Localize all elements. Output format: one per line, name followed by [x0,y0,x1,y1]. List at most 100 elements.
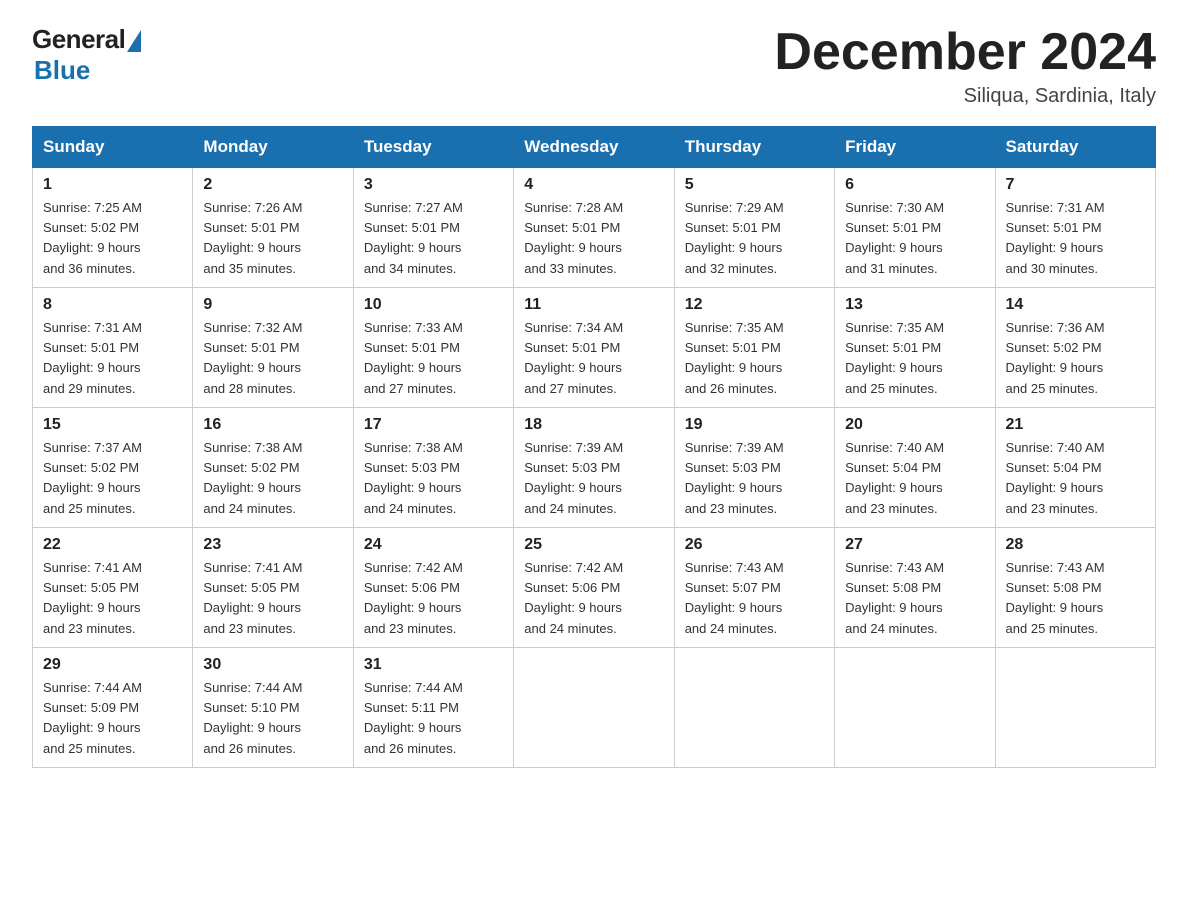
calendar-cell: 27 Sunrise: 7:43 AMSunset: 5:08 PMDayligh… [835,528,995,648]
calendar-cell: 28 Sunrise: 7:43 AMSunset: 5:08 PMDayligh… [995,528,1155,648]
header-thursday: Thursday [674,127,834,168]
day-info: Sunrise: 7:41 AMSunset: 5:05 PMDaylight:… [43,558,182,639]
calendar-week-1: 1 Sunrise: 7:25 AMSunset: 5:02 PMDaylight… [33,168,1156,288]
day-number: 5 [685,176,824,194]
day-number: 8 [43,296,182,314]
header-friday: Friday [835,127,995,168]
calendar-cell [674,648,834,768]
calendar-cell: 19 Sunrise: 7:39 AMSunset: 5:03 PMDayligh… [674,408,834,528]
calendar-cell: 10 Sunrise: 7:33 AMSunset: 5:01 PMDayligh… [353,288,513,408]
day-info: Sunrise: 7:44 AMSunset: 5:11 PMDaylight:… [364,678,503,759]
calendar-cell: 9 Sunrise: 7:32 AMSunset: 5:01 PMDaylight… [193,288,353,408]
calendar-cell [995,648,1155,768]
header-sunday: Sunday [33,127,193,168]
day-number: 3 [364,176,503,194]
calendar-cell: 3Sunrise: 7:27 AMSunset: 5:01 PMDaylight… [353,168,513,288]
day-info: Sunrise: 7:39 AMSunset: 5:03 PMDaylight:… [524,438,663,519]
day-info: Sunrise: 7:42 AMSunset: 5:06 PMDaylight:… [364,558,503,639]
calendar-cell: 8Sunrise: 7:31 AMSunset: 5:01 PMDaylight… [33,288,193,408]
day-info: Sunrise: 7:42 AMSunset: 5:06 PMDaylight:… [524,558,663,639]
header-wednesday: Wednesday [514,127,674,168]
calendar-cell: 25 Sunrise: 7:42 AMSunset: 5:06 PMDayligh… [514,528,674,648]
calendar-cell: 11 Sunrise: 7:34 AMSunset: 5:01 PMDayligh… [514,288,674,408]
day-info: Sunrise: 7:41 AMSunset: 5:05 PMDaylight:… [203,558,342,639]
day-number: 1 [43,176,182,194]
day-info: Sunrise: 7:31 AMSunset: 5:01 PMDaylight:… [1006,198,1145,279]
calendar-cell [835,648,995,768]
day-info: Sunrise: 7:43 AMSunset: 5:08 PMDaylight:… [845,558,984,639]
day-number: 25 [524,536,663,554]
calendar-cell: 21 Sunrise: 7:40 AMSunset: 5:04 PMDayligh… [995,408,1155,528]
day-number: 24 [364,536,503,554]
day-number: 19 [685,416,824,434]
calendar-cell: 13Sunrise: 7:35 AMSunset: 5:01 PMDayligh… [835,288,995,408]
day-info: Sunrise: 7:26 AMSunset: 5:01 PMDaylight:… [203,198,342,279]
calendar-cell: 22Sunrise: 7:41 AMSunset: 5:05 PMDayligh… [33,528,193,648]
day-info: Sunrise: 7:25 AMSunset: 5:02 PMDaylight:… [43,198,182,279]
day-number: 28 [1006,536,1145,554]
day-info: Sunrise: 7:40 AMSunset: 5:04 PMDaylight:… [1006,438,1145,519]
day-number: 14 [1006,296,1145,314]
calendar-cell: 29 Sunrise: 7:44 AMSunset: 5:09 PMDayligh… [33,648,193,768]
calendar-cell: 18Sunrise: 7:39 AMSunset: 5:03 PMDayligh… [514,408,674,528]
day-info: Sunrise: 7:38 AMSunset: 5:03 PMDaylight:… [364,438,503,519]
day-info: Sunrise: 7:33 AMSunset: 5:01 PMDaylight:… [364,318,503,399]
day-number: 26 [685,536,824,554]
day-info: Sunrise: 7:44 AMSunset: 5:09 PMDaylight:… [43,678,182,759]
calendar-cell: 26 Sunrise: 7:43 AMSunset: 5:07 PMDayligh… [674,528,834,648]
calendar-cell: 15Sunrise: 7:37 AMSunset: 5:02 PMDayligh… [33,408,193,528]
calendar-cell: 1 Sunrise: 7:25 AMSunset: 5:02 PMDaylight… [33,168,193,288]
calendar-cell: 5 Sunrise: 7:29 AMSunset: 5:01 PMDaylight… [674,168,834,288]
day-number: 11 [524,296,663,314]
calendar-cell: 17 Sunrise: 7:38 AMSunset: 5:03 PMDayligh… [353,408,513,528]
month-title: December 2024 [774,24,1156,81]
day-number: 12 [685,296,824,314]
day-number: 30 [203,656,342,674]
calendar-cell: 31 Sunrise: 7:44 AMSunset: 5:11 PMDayligh… [353,648,513,768]
day-info: Sunrise: 7:44 AMSunset: 5:10 PMDaylight:… [203,678,342,759]
day-number: 27 [845,536,984,554]
logo-top: General [32,24,141,55]
calendar-week-4: 22Sunrise: 7:41 AMSunset: 5:05 PMDayligh… [33,528,1156,648]
day-info: Sunrise: 7:30 AMSunset: 5:01 PMDaylight:… [845,198,984,279]
day-number: 10 [364,296,503,314]
calendar-cell: 16 Sunrise: 7:38 AMSunset: 5:02 PMDayligh… [193,408,353,528]
day-info: Sunrise: 7:43 AMSunset: 5:07 PMDaylight:… [685,558,824,639]
day-number: 23 [203,536,342,554]
day-info: Sunrise: 7:35 AMSunset: 5:01 PMDaylight:… [845,318,984,399]
day-number: 16 [203,416,342,434]
page-header: General Blue December 2024 Siliqua, Sard… [32,24,1156,108]
header-monday: Monday [193,127,353,168]
calendar-cell: 2 Sunrise: 7:26 AMSunset: 5:01 PMDaylight… [193,168,353,288]
day-info: Sunrise: 7:29 AMSunset: 5:01 PMDaylight:… [685,198,824,279]
calendar-cell: 24 Sunrise: 7:42 AMSunset: 5:06 PMDayligh… [353,528,513,648]
day-info: Sunrise: 7:34 AMSunset: 5:01 PMDaylight:… [524,318,663,399]
day-number: 20 [845,416,984,434]
day-info: Sunrise: 7:32 AMSunset: 5:01 PMDaylight:… [203,318,342,399]
day-number: 2 [203,176,342,194]
day-number: 9 [203,296,342,314]
logo: General Blue [32,24,141,86]
day-number: 4 [524,176,663,194]
day-info: Sunrise: 7:39 AMSunset: 5:03 PMDaylight:… [685,438,824,519]
day-number: 21 [1006,416,1145,434]
day-info: Sunrise: 7:36 AMSunset: 5:02 PMDaylight:… [1006,318,1145,399]
day-number: 31 [364,656,503,674]
calendar-header-row: SundayMondayTuesdayWednesdayThursdayFrid… [33,127,1156,168]
calendar-cell: 30 Sunrise: 7:44 AMSunset: 5:10 PMDayligh… [193,648,353,768]
day-info: Sunrise: 7:43 AMSunset: 5:08 PMDaylight:… [1006,558,1145,639]
day-info: Sunrise: 7:40 AMSunset: 5:04 PMDaylight:… [845,438,984,519]
logo-blue-text: Blue [34,55,90,86]
title-section: December 2024 Siliqua, Sardinia, Italy [774,24,1156,108]
day-info: Sunrise: 7:37 AMSunset: 5:02 PMDaylight:… [43,438,182,519]
day-info: Sunrise: 7:38 AMSunset: 5:02 PMDaylight:… [203,438,342,519]
day-number: 17 [364,416,503,434]
calendar-cell: 14 Sunrise: 7:36 AMSunset: 5:02 PMDayligh… [995,288,1155,408]
calendar-cell: 6 Sunrise: 7:30 AMSunset: 5:01 PMDaylight… [835,168,995,288]
day-info: Sunrise: 7:35 AMSunset: 5:01 PMDaylight:… [685,318,824,399]
day-number: 6 [845,176,984,194]
day-number: 29 [43,656,182,674]
header-saturday: Saturday [995,127,1155,168]
calendar-cell: 7Sunrise: 7:31 AMSunset: 5:01 PMDaylight… [995,168,1155,288]
location: Siliqua, Sardinia, Italy [774,85,1156,108]
